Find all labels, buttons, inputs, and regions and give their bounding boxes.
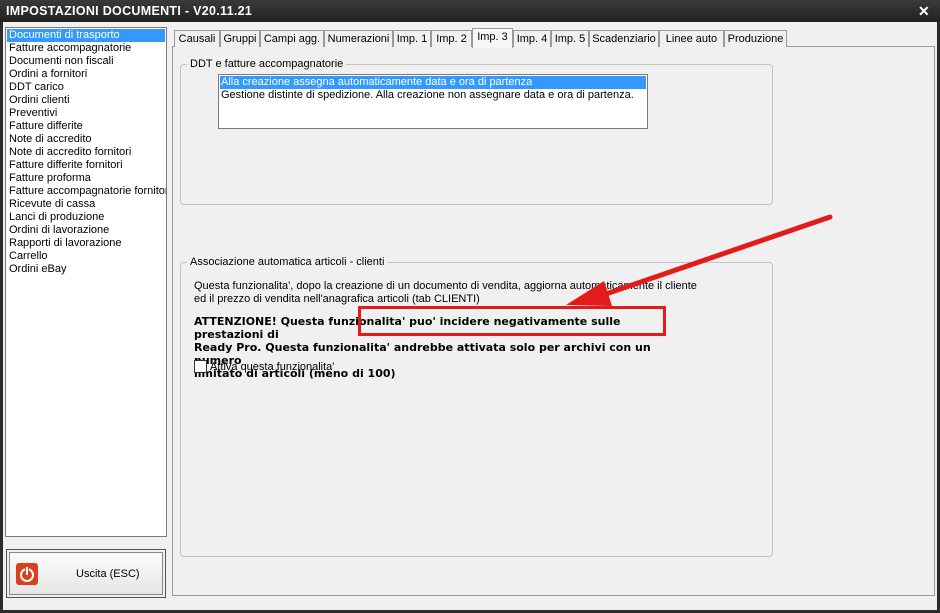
sidebar-item[interactable]: Lanci di produzione (6, 211, 166, 224)
sidebar-item[interactable]: Ordini eBay (6, 263, 166, 276)
tab-imp-2[interactable]: Imp. 2 (431, 30, 472, 47)
document-type-list[interactable]: Documenti di trasporto Fatture accompagna… (5, 27, 167, 537)
sidebar-item[interactable]: Fatture differite fornitori (6, 159, 166, 172)
sidebar-item[interactable]: Ricevute di cassa (6, 198, 166, 211)
tab-imp-4[interactable]: Imp. 4 (513, 30, 551, 47)
assoc-warning-line1: ATTENZIONE! Questa funzionalita' puo' in… (194, 315, 621, 341)
sidebar-item[interactable]: Documenti di trasporto (7, 29, 165, 42)
sidebar-item[interactable]: Fatture accompagnatorie (6, 42, 166, 55)
exit-button[interactable]: Uscita (ESC) (9, 552, 163, 595)
assoc-description-line2: ed il prezzo di vendita nell'anagrafica … (194, 293, 480, 305)
tab-campi-agg[interactable]: Campi agg. (260, 30, 324, 47)
assoc-group-title: Associazione automatica articoli - clien… (187, 256, 388, 268)
assoc-description-line1: Questa funzionalita', dopo la creazione … (194, 280, 697, 292)
ddt-group-title: DDT e fatture accompagnatorie (187, 58, 347, 70)
sidebar-item[interactable]: Fatture accompagnatorie fornitori (6, 185, 166, 198)
ddt-option[interactable]: Alla creazione assegna automaticamente d… (220, 76, 646, 89)
tab-imp-1[interactable]: Imp. 1 (393, 30, 431, 47)
sidebar-item[interactable]: Rapporti di lavorazione (6, 237, 166, 250)
assoc-enable-checkbox[interactable] (194, 360, 207, 373)
exit-button-label: Uscita (ESC) (76, 568, 140, 580)
sidebar-item[interactable]: Preventivi (6, 107, 166, 120)
sidebar-item[interactable]: Note di accredito fornitori (6, 146, 166, 159)
tab-imp-5[interactable]: Imp. 5 (551, 30, 589, 47)
sidebar-item[interactable]: Note di accredito (6, 133, 166, 146)
window-title: IMPOSTAZIONI DOCUMENTI - V20.11.21 (6, 4, 253, 18)
sidebar-item[interactable]: Fatture proforma (6, 172, 166, 185)
ddt-option[interactable]: Gestione distinte di spedizione. Alla cr… (219, 89, 647, 102)
tab-imp-3[interactable]: Imp. 3 (472, 28, 513, 48)
tab-produzione[interactable]: Produzione (724, 30, 787, 47)
tab-scadenziario[interactable]: Scadenziario (589, 30, 659, 47)
ddt-options-list[interactable]: Alla creazione assegna automaticamente d… (218, 74, 648, 129)
sidebar-item[interactable]: Fatture differite (6, 120, 166, 133)
sidebar-item[interactable]: Ordini a fornitori (6, 68, 166, 81)
window-titlebar: IMPOSTAZIONI DOCUMENTI - V20.11.21 ✕ (0, 0, 940, 22)
assoc-group: Associazione automatica articoli - clien… (180, 256, 773, 557)
sidebar-item[interactable]: DDT carico (6, 81, 166, 94)
sidebar-item[interactable]: Ordini di lavorazione (6, 224, 166, 237)
sidebar-item[interactable]: Ordini clienti (6, 94, 166, 107)
power-icon (16, 563, 38, 585)
tab-numerazioni[interactable]: Numerazioni (324, 30, 393, 47)
close-icon[interactable]: ✕ (916, 3, 932, 19)
exit-button-frame: Uscita (ESC) (6, 549, 166, 598)
tab-linee-auto[interactable]: Linee auto (659, 30, 724, 47)
sidebar-item[interactable]: Documenti non fiscali (6, 55, 166, 68)
tab-causali[interactable]: Causali (174, 30, 220, 47)
sidebar-item[interactable]: Carrello (6, 250, 166, 263)
tab-gruppi[interactable]: Gruppi (220, 30, 260, 47)
assoc-enable-checkbox-label[interactable]: Attiva questa funzionalita' (210, 360, 334, 374)
